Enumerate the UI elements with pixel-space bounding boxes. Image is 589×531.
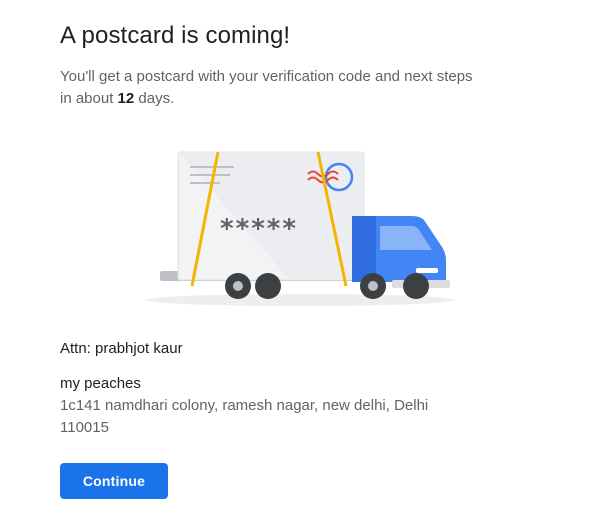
mailing-address: my peaches 1c141 namdhari colony, ramesh… <box>60 374 480 439</box>
postcard-line <box>190 174 230 176</box>
truck-headlight <box>416 268 438 273</box>
wheel <box>255 273 281 299</box>
wheel-hub <box>368 281 378 291</box>
page-title: A postcard is coming! <box>60 22 291 49</box>
masked-code: ***** <box>220 214 298 244</box>
wheel-hub <box>233 281 243 291</box>
postcard-line <box>190 166 234 168</box>
wheel <box>403 273 429 299</box>
continue-button[interactable]: Continue <box>60 463 168 499</box>
business-name: my peaches <box>60 375 141 392</box>
delivery-truck-illustration: ***** <box>145 151 455 306</box>
subtitle-suffix: days. <box>134 90 175 107</box>
page-subtitle: You'll get a postcard with your verifica… <box>60 66 480 110</box>
days-count: 12 <box>117 90 135 107</box>
attn-line: Attn: prabhjot kaur <box>60 340 183 357</box>
postcard-line <box>190 182 220 184</box>
street-address: 1c141 namdhari colony, ramesh nagar, new… <box>60 397 429 436</box>
truck-cab-side <box>352 216 376 282</box>
